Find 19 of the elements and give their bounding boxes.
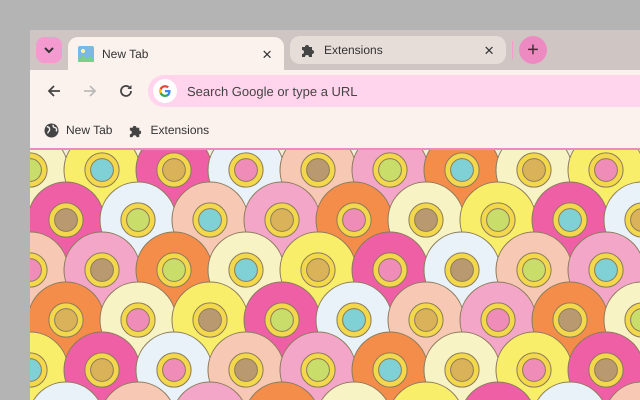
image-icon (78, 46, 94, 62)
google-logo-icon (153, 79, 177, 103)
chevron-down-icon (43, 46, 55, 54)
browser-tab[interactable]: New Tab × (68, 37, 284, 71)
close-tab-button[interactable]: × (260, 46, 274, 62)
bookmark-item[interactable]: New Tab (38, 118, 118, 142)
globe-icon (44, 122, 59, 138)
tab-title: New Tab (102, 47, 150, 61)
reload-icon (119, 84, 133, 98)
tab-title: Extensions (324, 43, 384, 57)
new-tab-button[interactable]: + (519, 36, 547, 64)
bookmark-item[interactable]: Extensions (122, 118, 216, 142)
back-arrow-icon (47, 84, 61, 98)
forward-arrow-icon (83, 84, 97, 98)
close-tab-button[interactable]: × (482, 42, 496, 58)
address-bar[interactable]: Search Google or type a URL (148, 75, 640, 107)
tab-search-button[interactable] (36, 37, 62, 63)
puzzle-icon (300, 42, 316, 58)
browser-tab[interactable]: Extensions × (290, 36, 506, 64)
